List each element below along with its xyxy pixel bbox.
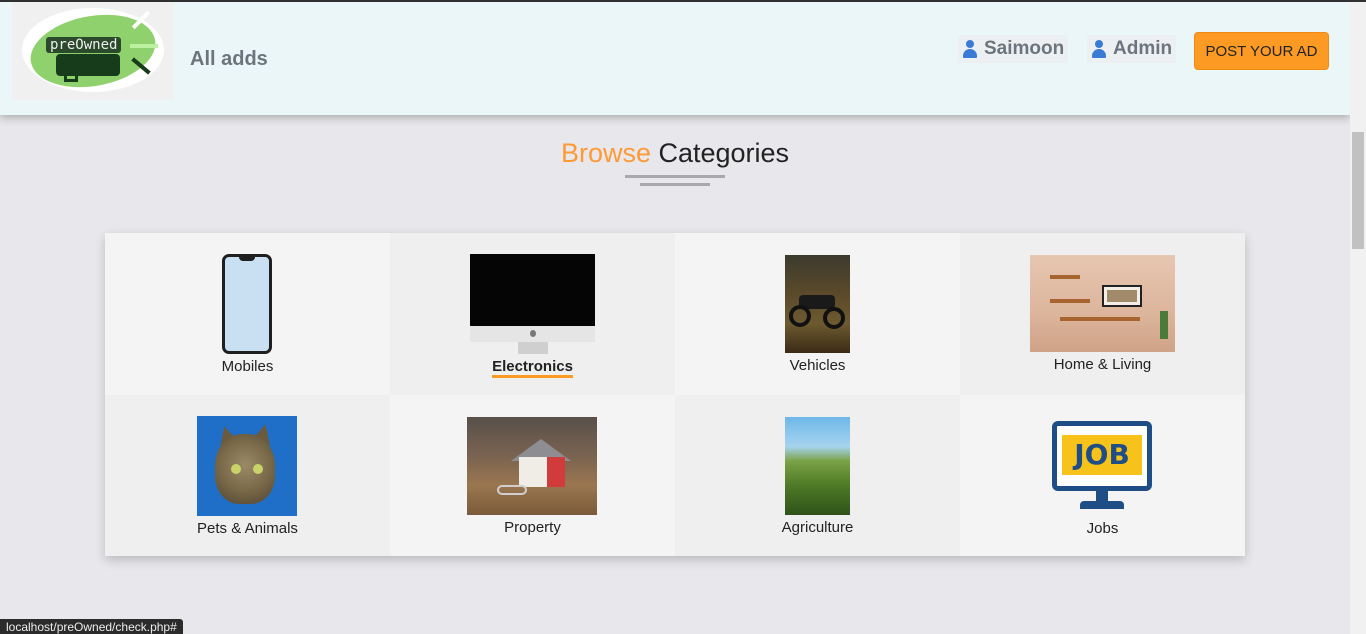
smartphone-image: [222, 254, 272, 354]
user-profile-link[interactable]: Saimoon: [958, 35, 1069, 63]
title-divider: [625, 175, 725, 178]
motorcycle-image: [785, 255, 850, 353]
category-pets-animals[interactable]: Pets & Animals: [105, 395, 390, 556]
user-icon: [962, 39, 978, 59]
active-underline: [492, 375, 573, 378]
wheat-field-image: [785, 417, 850, 515]
category-label: Agriculture: [781, 519, 854, 536]
living-room-image: [1030, 255, 1175, 352]
site-header: preOwned All adds Saimoon Admin POST YOU…: [0, 2, 1350, 115]
category-label: Mobiles: [221, 358, 274, 375]
category-agriculture[interactable]: Agriculture: [675, 395, 960, 556]
imac-image: [470, 254, 595, 354]
logo-text: preOwned: [46, 37, 122, 53]
category-label: Home & Living: [1053, 356, 1152, 373]
title-accent: Browse: [560, 138, 651, 168]
status-url: localhost/preOwned/check.php#: [0, 619, 183, 634]
all-adds-link[interactable]: All adds: [190, 48, 268, 71]
scrollbar-thumb[interactable]: [1352, 132, 1364, 249]
category-vehicles[interactable]: Vehicles: [675, 233, 960, 395]
user-icon: [1091, 39, 1107, 59]
category-label: Vehicles: [789, 357, 846, 374]
category-electronics[interactable]: Electronics: [390, 233, 675, 395]
title-divider: [640, 183, 710, 186]
megaphone-handle: [64, 72, 78, 82]
site-logo[interactable]: preOwned: [12, 2, 174, 100]
category-label: Pets & Animals: [197, 520, 298, 537]
admin-label: Admin: [1113, 38, 1173, 59]
user-name: Saimoon: [984, 38, 1065, 59]
category-label: Electronics: [492, 358, 573, 375]
job-monitor-image: JOB: [1052, 421, 1152, 511]
title-rest: Categories: [658, 138, 790, 168]
section-title: Browse Categories: [0, 138, 1350, 169]
admin-link[interactable]: Admin: [1087, 35, 1177, 63]
category-label: Jobs: [1086, 520, 1119, 537]
job-image-text: JOB: [1074, 438, 1130, 471]
cat-image: [197, 416, 297, 516]
post-ad-button[interactable]: POST YOUR AD: [1194, 32, 1329, 70]
category-label: Property: [504, 519, 561, 536]
category-property[interactable]: Property: [390, 395, 675, 556]
category-jobs[interactable]: JOB Jobs: [960, 395, 1245, 556]
category-home-living[interactable]: Home & Living: [960, 233, 1245, 395]
scrollbar-track[interactable]: [1350, 2, 1366, 634]
category-mobiles[interactable]: Mobiles: [105, 233, 390, 395]
house-keys-image: [467, 417, 597, 515]
category-grid: Mobiles Electronics Vehicles Home & Livi…: [105, 233, 1245, 556]
logo-ray: [130, 44, 158, 48]
